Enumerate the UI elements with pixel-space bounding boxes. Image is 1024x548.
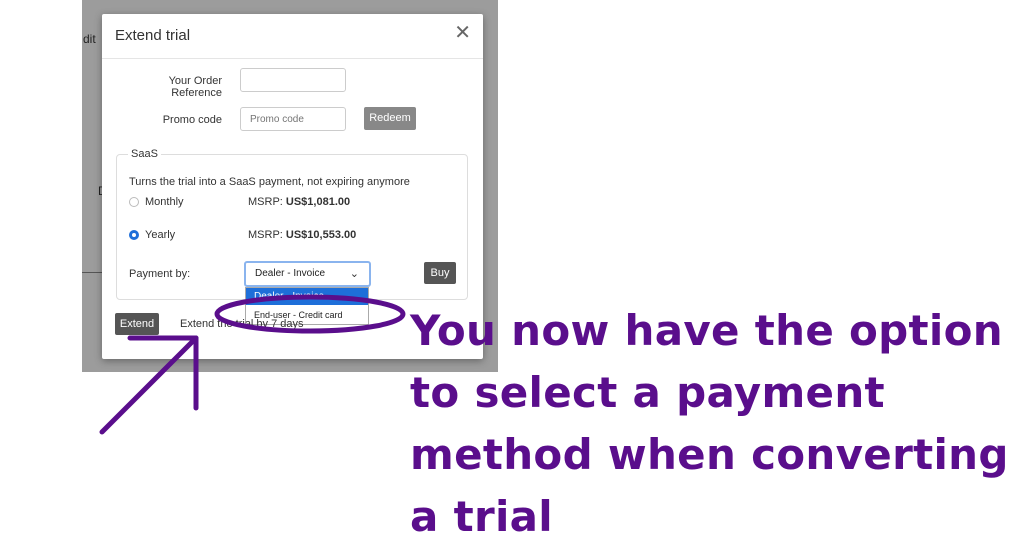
order-reference-input[interactable] (240, 68, 346, 92)
modal-header-divider (102, 58, 483, 59)
msrp-value: US$1,081.00 (285, 196, 351, 208)
option-yearly-label: Yearly (145, 229, 176, 241)
saas-description: Turns the trial into a SaaS payment, not… (129, 176, 410, 188)
msrp-label: MSRP: (248, 229, 283, 241)
order-reference-label: Your Order Reference (168, 75, 222, 99)
extend-button[interactable]: Extend (115, 313, 159, 335)
payment-method-select[interactable]: Dealer - Invoice ⌄ (244, 261, 371, 287)
background-divider (82, 272, 104, 273)
monthly-msrp: MSRP: US$1,081.00 (248, 196, 350, 208)
extend-description: Extend the trial by 7 days (180, 318, 304, 330)
close-icon[interactable]: ✕ (454, 23, 471, 43)
annotation-text: You now have the option to select a paym… (410, 306, 1009, 541)
yearly-msrp: MSRP: US$10,553.00 (248, 229, 356, 241)
buy-button[interactable]: Buy (424, 262, 456, 284)
payment-option-dealer-invoice[interactable]: Dealer - Invoice (246, 288, 368, 305)
radio-monthly[interactable] (129, 197, 139, 207)
payment-by-label: Payment by: (129, 268, 191, 280)
msrp-label: MSRP: (248, 196, 283, 208)
chevron-down-icon: ⌄ (349, 268, 359, 280)
msrp-value: US$10,553.00 (285, 229, 357, 241)
option-monthly-label: Monthly (145, 196, 184, 208)
redeem-button[interactable]: Redeem (364, 107, 416, 130)
modal-title: Extend trial (115, 27, 191, 44)
radio-yearly[interactable] (129, 230, 139, 240)
background-partial-text: dit (83, 32, 96, 46)
promo-code-input[interactable] (240, 107, 346, 131)
payment-selected-value: Dealer - Invoice (255, 268, 326, 279)
promo-code-label: Promo code (162, 114, 222, 126)
saas-legend: SaaS (128, 148, 161, 160)
